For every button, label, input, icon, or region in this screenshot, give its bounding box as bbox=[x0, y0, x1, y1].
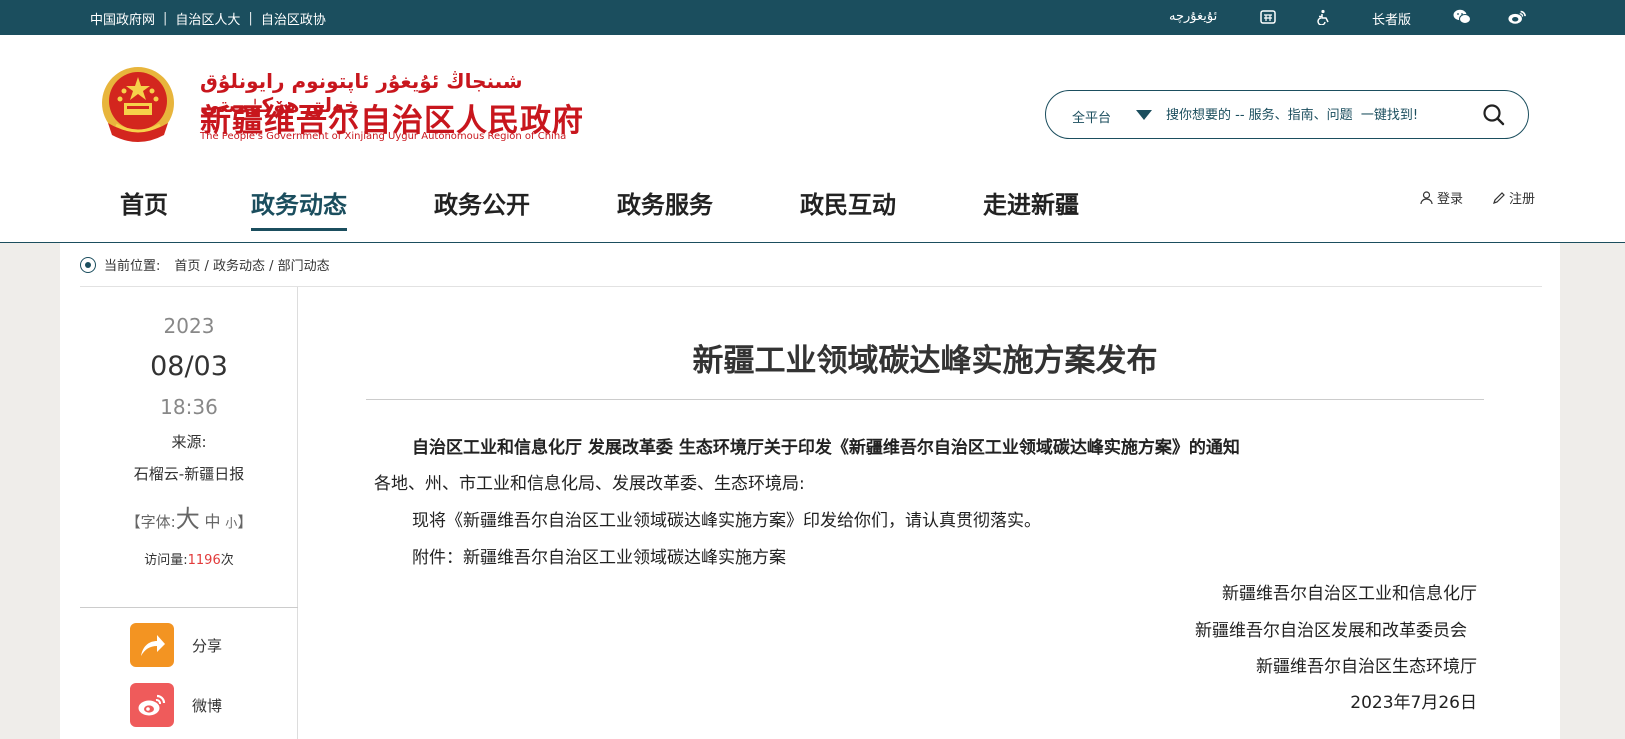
weibo-label: 微博 bbox=[192, 696, 223, 715]
uyghur-version-link[interactable]: ئۇيغۇرچە bbox=[1169, 9, 1217, 24]
nav-government-affairs[interactable]: 政务公开 bbox=[434, 185, 530, 228]
visits-number: 1196 bbox=[187, 553, 221, 568]
nav-home[interactable]: 首页 bbox=[120, 185, 168, 228]
signatory: 新疆维吾尔自治区生态环境厅 bbox=[1256, 657, 1477, 677]
article-main: 新疆工业领域碳达峰实施方案发布 自治区工业和信息化厅 发展改革委 生态环境厅关于… bbox=[300, 287, 1560, 739]
article-body: 现将《新疆维吾尔自治区工业领域碳达峰实施方案》印发给你们，请认真贯彻落实。 bbox=[412, 511, 1041, 531]
nav-government-services[interactable]: 政务服务 bbox=[617, 185, 713, 228]
source-value: 石榴云-新疆日报 bbox=[133, 465, 245, 483]
font-small-button[interactable]: 小 bbox=[225, 516, 237, 530]
wechat-icon[interactable] bbox=[1453, 8, 1471, 26]
font-size-control: 【字体:大 中 小】 bbox=[80, 499, 298, 534]
title-divider bbox=[366, 399, 1484, 400]
pencil-icon bbox=[1493, 191, 1505, 204]
weibo-share-button[interactable]: 微博 bbox=[130, 683, 270, 727]
search-input[interactable] bbox=[1166, 103, 1466, 127]
font-label-close: 】 bbox=[237, 513, 253, 531]
article-title: 新疆工业领域碳达峰实施方案发布 bbox=[692, 343, 1158, 379]
search-icon[interactable] bbox=[1482, 103, 1506, 127]
notice-title: 自治区工业和信息化厅 发展改革委 生态环境厅关于印发《新疆维吾尔自治区工业领域碳… bbox=[412, 438, 1240, 458]
share-icon bbox=[130, 623, 174, 667]
location-icon bbox=[80, 256, 96, 273]
content-page: 当前位置: 首页 / 政务动态 / 部门动态 2023 08/03 18:36 … bbox=[60, 243, 1560, 739]
nav-about-xinjiang[interactable]: 走进新疆 bbox=[983, 185, 1079, 228]
divider bbox=[80, 607, 298, 608]
chevron-down-icon[interactable] bbox=[1136, 110, 1152, 120]
login-link[interactable]: 登录 bbox=[1420, 188, 1463, 207]
site-header: شىنجاڭ ئۇيغۇر ئاپتونوم رايونلۇق خەلق ھۆك… bbox=[0, 35, 1625, 243]
nav-government-news[interactable]: 政务动态 bbox=[251, 185, 347, 231]
logo-english-text: The People's Government of Xinjiang Uygu… bbox=[200, 131, 567, 142]
separator: | bbox=[248, 11, 253, 26]
user-icon bbox=[1420, 190, 1433, 204]
top-bar: 中国政府网 | 自治区人大 | 自治区政协 ئۇيغۇرچە 长者版 bbox=[0, 0, 1625, 35]
register-label: 注册 bbox=[1509, 192, 1536, 207]
signatory: 新疆维吾尔自治区工业和信息化厅 bbox=[1222, 584, 1477, 604]
attachment-link[interactable]: 附件：新疆维吾尔自治区工业领域碳达峰实施方案 bbox=[412, 543, 786, 568]
weibo-icon[interactable] bbox=[1508, 8, 1526, 26]
top-links: 中国政府网 | 自治区人大 | 自治区政协 bbox=[90, 9, 326, 28]
nav-interaction[interactable]: 政民互动 bbox=[800, 185, 896, 228]
font-medium-button[interactable]: 中 bbox=[205, 512, 221, 531]
breadcrumb-path[interactable]: 首页 / 政务动态 / 部门动态 bbox=[174, 255, 329, 274]
signing-date: 2023年7月26日 bbox=[1350, 693, 1477, 713]
link-cppcc[interactable]: 自治区政协 bbox=[261, 9, 326, 28]
share-button[interactable]: 分享 bbox=[130, 623, 270, 667]
search-bar: 全平台 bbox=[1045, 90, 1529, 139]
search-scope-select[interactable]: 全平台 bbox=[1072, 107, 1111, 126]
font-label: 【字体: bbox=[125, 513, 176, 531]
weibo-icon bbox=[130, 683, 174, 727]
visit-count: 访问量:1196次 bbox=[80, 549, 298, 568]
breadcrumb: 当前位置: 首页 / 政务动态 / 部门动态 bbox=[80, 255, 330, 274]
publish-year: 2023 bbox=[163, 314, 215, 338]
visits-label: 访问量: bbox=[144, 553, 188, 568]
visits-unit: 次 bbox=[220, 553, 234, 568]
breadcrumb-label: 当前位置: bbox=[104, 259, 161, 274]
register-link[interactable]: 注册 bbox=[1492, 188, 1535, 207]
accessibility-icon[interactable] bbox=[1314, 8, 1332, 26]
publish-time: 18:36 bbox=[160, 395, 218, 419]
share-label: 分享 bbox=[192, 636, 223, 655]
font-large-button[interactable]: 大 bbox=[176, 505, 200, 533]
signatory: 新疆维吾尔自治区发展和改革委员会 bbox=[1195, 621, 1467, 641]
recipients: 各地、州、市工业和信息化局、发展改革委、生态环境局: bbox=[374, 474, 805, 494]
separator: | bbox=[163, 11, 168, 26]
login-label: 登录 bbox=[1437, 192, 1464, 207]
article-sidebar: 2023 08/03 18:36 来源: 石榴云-新疆日报 【字体:大 中 小】… bbox=[80, 287, 298, 739]
elder-version-link[interactable]: 长者版 bbox=[1372, 9, 1411, 28]
source-label: 来源: bbox=[171, 433, 207, 451]
national-emblem-icon bbox=[98, 65, 178, 147]
barrier-free-icon[interactable] bbox=[1259, 8, 1277, 26]
link-gov-cn[interactable]: 中国政府网 bbox=[90, 9, 155, 28]
link-npc[interactable]: 自治区人大 bbox=[175, 9, 240, 28]
publish-date: 08/03 bbox=[150, 351, 228, 382]
